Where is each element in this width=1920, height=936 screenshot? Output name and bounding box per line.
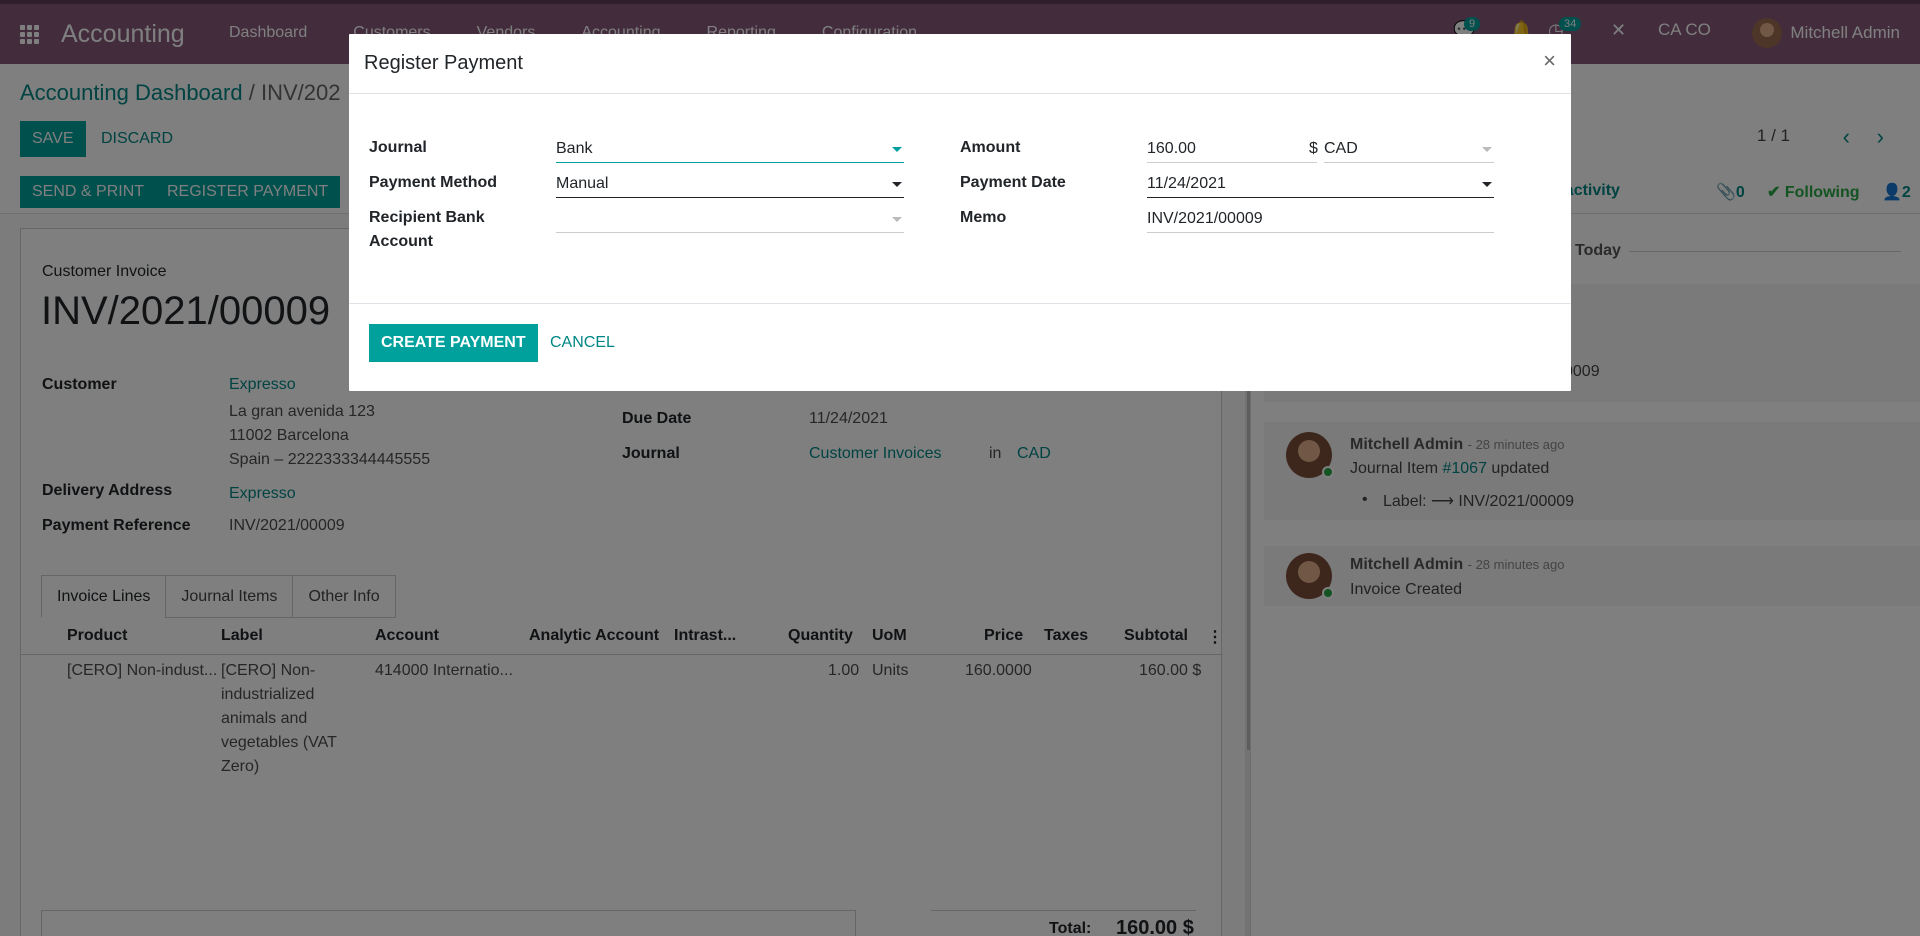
modal-header: Register Payment × [349,34,1571,94]
chevron-down-icon [1482,182,1492,187]
chevron-down-icon [892,147,902,152]
amount-input[interactable]: 160.00 [1147,136,1317,163]
payment-method-select[interactable]: Manual [556,171,904,198]
recipient-bank-select[interactable] [556,206,904,233]
create-payment-button[interactable]: CREATE PAYMENT [369,324,538,362]
journal-label: Journal [369,139,427,156]
chevron-down-icon [1482,147,1492,152]
journal-value: Bank [556,140,593,157]
currency-value: CAD [1324,140,1358,157]
amount-label: Amount [960,139,1021,156]
close-icon[interactable]: × [1543,48,1556,74]
payment-date-value: 11/24/2021 [1147,175,1226,192]
currency-select[interactable]: CAD [1324,136,1494,163]
memo-input[interactable]: INV/2021/00009 [1147,206,1494,233]
memo-value: INV/2021/00009 [1147,210,1263,227]
journal-select[interactable]: Bank [556,136,904,163]
chevron-down-icon [892,182,902,187]
amount-value: 160.00 [1147,140,1196,157]
currency-symbol: $ [1309,140,1318,157]
modal-footer: CREATE PAYMENT CANCEL [349,303,1571,391]
payment-method-label: Payment Method [369,174,498,191]
chevron-down-icon [892,217,902,222]
cancel-button[interactable]: CANCEL [550,324,615,362]
payment-date-label: Payment Date [960,174,1066,191]
recipient-bank-label-line-1: Recipient Bank [369,209,485,226]
recipient-bank-label-line-2: Account [369,233,433,250]
payment-date-input[interactable]: 11/24/2021 [1147,171,1494,198]
payment-method-value: Manual [556,175,609,192]
modal-title: Register Payment [364,52,523,74]
register-payment-dialog: Register Payment × Journal Bank Payment … [349,34,1571,391]
memo-label: Memo [960,209,1007,226]
